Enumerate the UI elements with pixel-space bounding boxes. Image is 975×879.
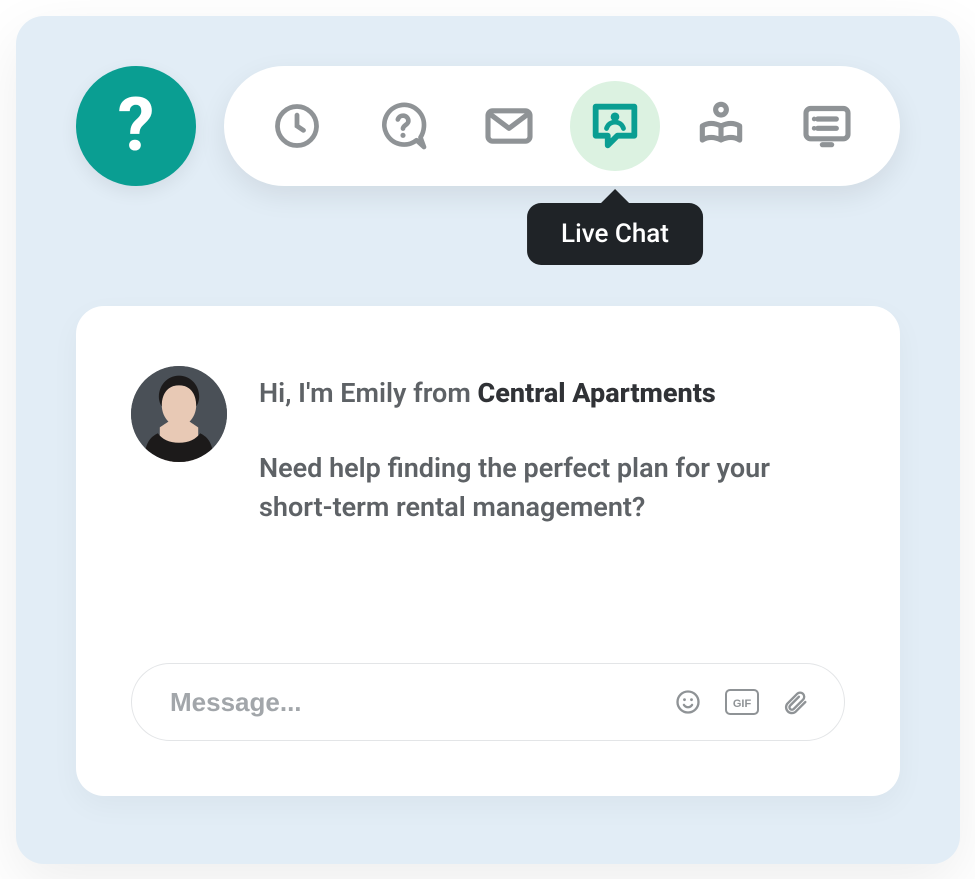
tool-item-faq[interactable] [358, 81, 448, 171]
help-widget-panel: ? [16, 16, 960, 864]
message-composer: GIF [131, 663, 845, 741]
question-mark-icon: ? [118, 89, 155, 163]
svg-text:GIF: GIF [733, 698, 752, 710]
greeting-company: Central Apartments [478, 377, 716, 409]
toolbar-row: ? [76, 66, 900, 186]
help-button[interactable]: ? [76, 66, 196, 186]
greeting-prefix: Hi, I'm Emily from [259, 377, 471, 409]
tool-item-knowledge-base[interactable] [676, 81, 766, 171]
tool-item-news[interactable] [782, 81, 872, 171]
tool-item-recent[interactable] [252, 81, 342, 171]
message-input[interactable] [168, 686, 652, 719]
message-body: Hi, I'm Emily from Central Apartments Ne… [259, 366, 845, 527]
mail-icon [481, 98, 537, 154]
gif-icon: GIF [725, 689, 759, 715]
greeting-line: Hi, I'm Emily from Central Apartments [259, 374, 845, 413]
avatar-icon [131, 366, 227, 462]
chat-card: Hi, I'm Emily from Central Apartments Ne… [76, 306, 900, 796]
agent-message: Hi, I'm Emily from Central Apartments Ne… [131, 366, 845, 527]
gif-button[interactable]: GIF [724, 684, 760, 720]
attach-button[interactable] [778, 684, 814, 720]
help-bubble-icon [375, 98, 431, 154]
help-toolbar: Live Chat [224, 66, 900, 186]
paperclip-icon [782, 688, 810, 716]
monitor-list-icon [799, 98, 855, 154]
tool-item-live-chat[interactable]: Live Chat [570, 81, 660, 171]
agent-avatar [131, 366, 227, 462]
tooltip-live-chat: Live Chat [527, 203, 703, 265]
chat-person-icon [586, 97, 644, 155]
tooltip-label: Live Chat [561, 219, 669, 249]
emoji-icon [674, 688, 702, 716]
reader-icon [693, 98, 749, 154]
clock-icon [271, 100, 323, 152]
followup-text: Need help finding the perfect plan for y… [259, 449, 845, 527]
emoji-button[interactable] [670, 684, 706, 720]
tool-item-email[interactable] [464, 81, 554, 171]
